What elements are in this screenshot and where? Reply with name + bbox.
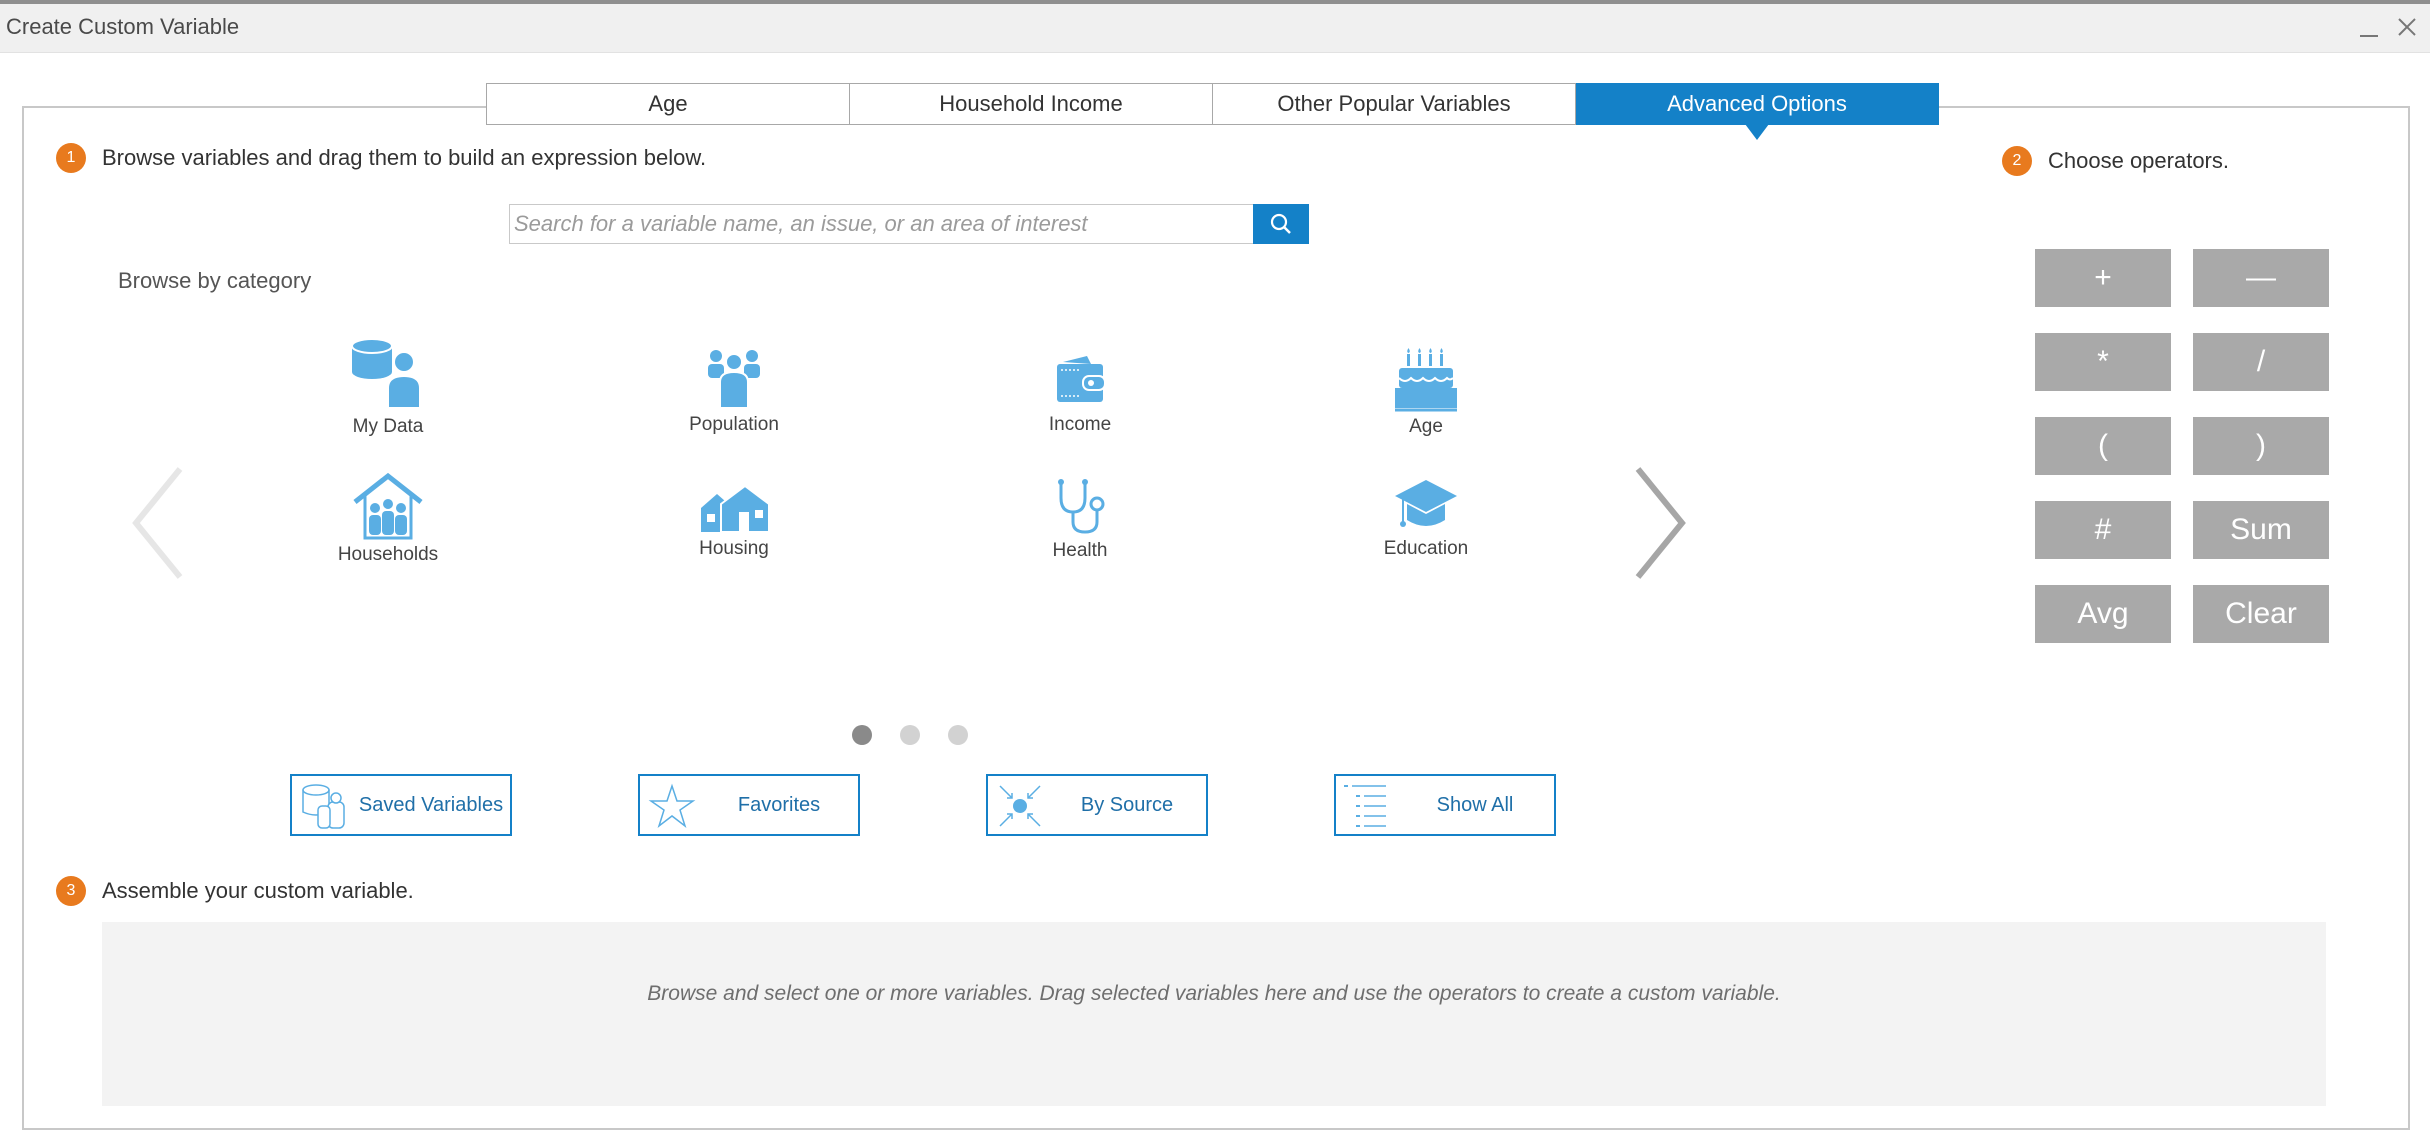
operator-multiply-button[interactable]: * [2035,333,2171,391]
category-population[interactable]: Population [634,346,834,436]
category-age[interactable]: Age [1326,348,1526,438]
operator-number-button[interactable]: # [2035,501,2171,559]
health-icon [1058,479,1105,534]
operator-clear-button[interactable]: Clear [2193,585,2329,643]
step-2: 2 Choose operators. [2002,146,2229,176]
search-icon [1270,213,1291,234]
category-income[interactable]: Income [980,354,1180,436]
step-3-badge: 3 [56,876,86,906]
education-icon [1395,480,1457,527]
window-title: Create Custom Variable [6,14,240,39]
step-3: 3 Assemble your custom variable. [56,876,414,906]
title-bar: Create Custom Variable [0,4,2430,53]
previous-arrow-icon[interactable] [130,465,186,581]
step-1-badge: 1 [56,143,86,173]
star-icon [648,783,696,829]
step-2-text: Choose operators. [2048,148,2229,173]
category-my-data[interactable]: My Data [288,336,488,438]
category-education[interactable]: Education [1326,478,1526,560]
search-button[interactable] [1253,204,1309,244]
category-label: Population [689,414,779,435]
operator-close-paren-button[interactable]: ) [2193,417,2329,475]
tab-other-popular-variables[interactable]: Other Popular Variables [1213,83,1576,125]
favorites-label: Favorites [737,793,821,816]
category-label: Health [1052,540,1108,561]
list-icon [1344,785,1386,827]
housing-icon [701,484,769,533]
category-health[interactable]: Health [980,478,1180,562]
show-all-label: Show All [1436,793,1514,816]
by-source-button[interactable]: By Source [986,774,1208,836]
saved-variables-button[interactable]: Saved Variables [290,774,512,836]
close-icon [2398,18,2416,36]
tab-household-income[interactable]: Household Income [850,83,1213,125]
minimize-button[interactable] [2352,10,2386,44]
carousel-pagination [852,725,968,745]
tab-advanced-options[interactable]: Advanced Options [1576,83,1939,140]
category-households[interactable]: Households [288,472,488,566]
category-label: Housing [699,538,769,559]
category-label: Education [1383,538,1469,559]
tab-bar: Age Household Income Other Popular Varia… [486,83,1939,140]
tab-age[interactable]: Age [486,83,850,125]
income-icon [1057,356,1106,402]
step-2-badge: 2 [2002,146,2032,176]
next-arrow-icon[interactable] [1632,465,1688,581]
browse-by-category-label: Browse by category [118,268,312,293]
operator-minus-button[interactable]: — [2193,249,2329,307]
saved-variables-label: Saved Variables [358,793,504,816]
operator-sum-button[interactable]: Sum [2193,501,2329,559]
by-source-icon [999,785,1041,827]
step-1: 1 Browse variables and drag them to buil… [56,143,706,173]
operator-plus-button[interactable]: + [2035,249,2171,307]
page-dot-2[interactable] [900,725,920,745]
expression-drop-zone[interactable]: Browse and select one or more variables.… [102,922,2326,1106]
search-input[interactable] [509,204,1257,244]
search-bar [509,204,1309,244]
population-icon [708,350,760,409]
step-3-text: Assemble your custom variable. [102,878,414,903]
saved-variables-icon [302,784,345,829]
my-data-icon [351,338,421,409]
operator-open-paren-button[interactable]: ( [2035,417,2171,475]
category-label: Age [1409,416,1443,437]
category-housing[interactable]: Housing [634,482,834,560]
category-label: Income [1048,414,1112,435]
category-label: My Data [352,416,424,437]
drop-zone-hint: Browse and select one or more variables.… [647,982,1781,1005]
category-label: Households [337,544,439,565]
operator-avg-button[interactable]: Avg [2035,585,2171,643]
operator-divide-button[interactable]: / [2193,333,2329,391]
page-dot-1[interactable] [852,725,872,745]
by-source-label: By Source [1080,793,1174,816]
minimize-icon [2360,35,2378,37]
households-icon [353,472,423,540]
page-dot-3[interactable] [948,725,968,745]
close-button[interactable] [2390,10,2424,44]
favorites-button[interactable]: Favorites [638,774,860,836]
age-icon [1395,348,1457,412]
show-all-button[interactable]: Show All [1334,774,1556,836]
step-1-text: Browse variables and drag them to build … [102,145,707,170]
